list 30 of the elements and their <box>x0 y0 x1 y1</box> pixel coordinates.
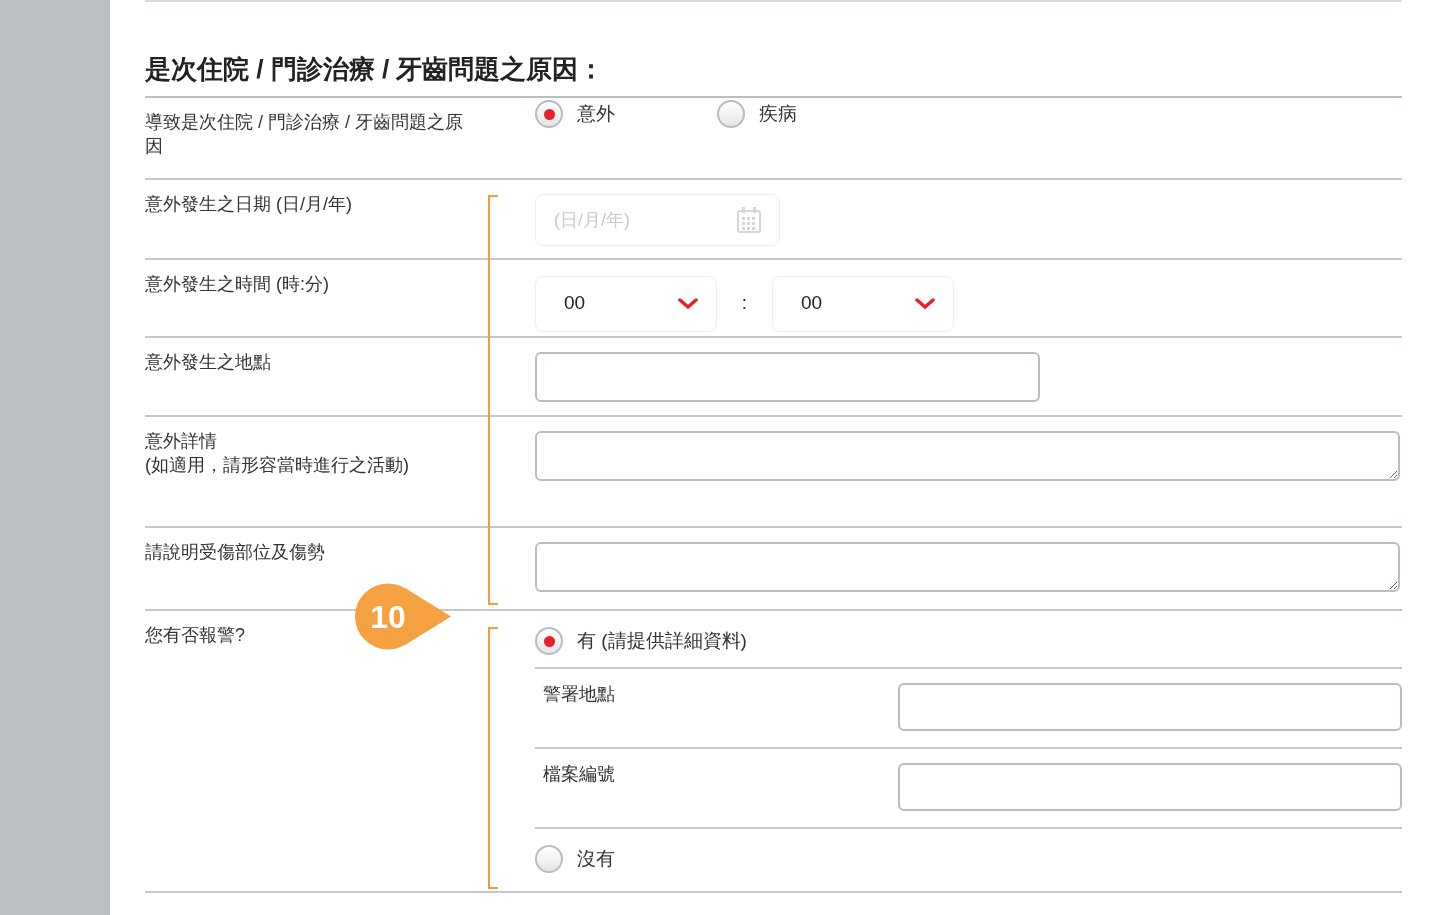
radio-label: 沒有 <box>577 846 615 871</box>
calendar-icon <box>737 207 761 233</box>
field-label: 意外詳情 (如適用，請形容當時進行之活動) <box>145 430 409 477</box>
radio-label: 疾病 <box>759 102 797 126</box>
field-label: 您有否報警? <box>145 624 245 647</box>
field-label: 警署地點 <box>543 683 616 706</box>
field-label: 檔案編號 <box>543 763 616 786</box>
radio-button[interactable] <box>535 627 563 655</box>
time-separator: : <box>740 291 749 316</box>
radio-button[interactable] <box>717 100 745 129</box>
field-label: 意外發生之日期 (日/月/年) <box>145 193 352 216</box>
section-title: 是次住院 / 門診治療 / 牙齒問題之原因： <box>145 53 606 86</box>
step-callout: 10 <box>355 583 451 650</box>
field-label: 意外發生之時間 (時:分) <box>145 273 329 296</box>
text-area[interactable] <box>535 542 1400 592</box>
radio-label: 有 (請提供詳細資料) <box>577 628 747 653</box>
field-label: 意外發生之地點 <box>145 351 271 374</box>
chevron-down-icon <box>678 297 698 310</box>
field-label: 導致是次住院 / 門診治療 / 牙齒問題之原因 <box>145 111 464 158</box>
field-label: 請說明受傷部位及傷勢 <box>145 541 325 564</box>
hour-select[interactable]: 00 <box>535 275 717 332</box>
input-field[interactable] <box>898 763 1402 811</box>
minute-select[interactable]: 00 <box>772 275 954 332</box>
chevron-down-icon <box>915 297 935 310</box>
radio-button[interactable] <box>535 845 563 873</box>
input-field[interactable] <box>535 352 1040 402</box>
radio-label: 意外 <box>577 102 615 126</box>
text-area[interactable] <box>535 431 1400 481</box>
input-field[interactable] <box>898 683 1402 731</box>
radio-button[interactable] <box>535 100 563 129</box>
